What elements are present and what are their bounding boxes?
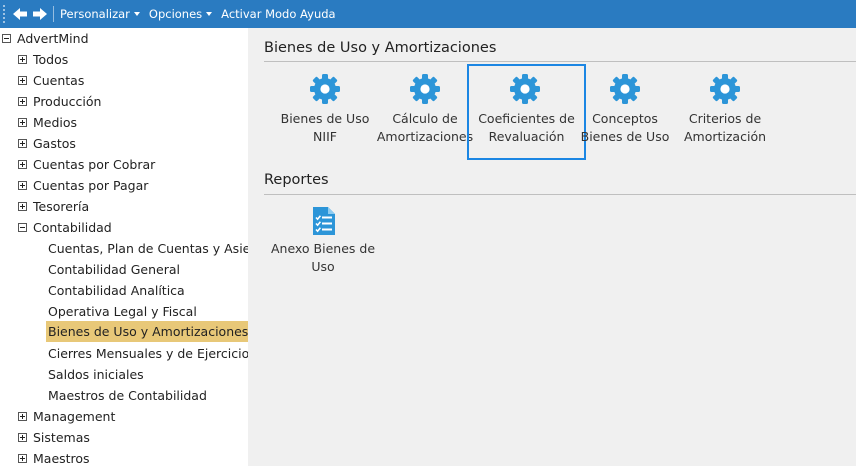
tree-subitem-label: Contabilidad General [48, 262, 180, 277]
tile-label-line1: Criterios de [688, 111, 762, 126]
tree-subitem-label: Cuentas, Plan de Cuentas y Asientos [48, 241, 248, 256]
tree-item-produccion[interactable]: Producción [18, 91, 101, 112]
expand-icon[interactable] [18, 76, 27, 85]
tree-item-medios[interactable]: Medios [18, 112, 77, 133]
expand-icon[interactable] [18, 118, 27, 127]
tree-subitem-contabilidad-general[interactable]: Contabilidad General [48, 259, 180, 280]
gear-icon [409, 73, 441, 105]
reports-title: Reportes [264, 172, 329, 188]
tree-item-label: Maestros [33, 451, 90, 466]
expand-icon[interactable] [18, 412, 27, 421]
tile-label: Criterios de Amortización [666, 110, 784, 146]
top-toolbar: Personalizar Opciones Activar Modo Ayuda [0, 0, 856, 28]
tree-item-management[interactable]: Management [18, 406, 115, 427]
tree-item-label: Cuentas por Pagar [33, 178, 149, 193]
expand-icon[interactable] [18, 97, 27, 106]
caret-down-icon [133, 12, 140, 16]
tree-root-label: AdvertMind [17, 31, 89, 46]
gear-icon [709, 73, 741, 105]
tree-item-label: Management [33, 409, 116, 424]
expand-icon[interactable] [18, 160, 27, 169]
tree-subitem-maestros-contabilidad[interactable]: Maestros de Contabilidad [48, 385, 207, 406]
menu-opciones-label: Opciones [148, 7, 203, 21]
tile-label-line2: Amortización [683, 129, 767, 144]
tree-item-contabilidad[interactable]: Contabilidad [18, 217, 112, 238]
section-title: Bienes de Uso y Amortizaciones [264, 40, 497, 56]
tree-item-cuentas-por-cobrar[interactable]: Cuentas por Cobrar [18, 154, 155, 175]
arrow-left-icon [13, 8, 27, 20]
tree-item-label: Producción [33, 94, 102, 109]
menu-personalizar[interactable]: Personalizar [60, 7, 140, 21]
tree-subitem-saldos-iniciales[interactable]: Saldos iniciales [48, 364, 144, 385]
tree-subitem-cuentas-plan[interactable]: Cuentas, Plan de Cuentas y Asientos [48, 238, 248, 259]
menu-personalizar-label: Personalizar [60, 7, 130, 21]
navigation-tree: AdvertMind Todos Cuentas Producción Medi… [0, 28, 248, 466]
tree-subitem-label: Bienes de Uso y Amortizaciones [48, 324, 248, 339]
back-button[interactable] [11, 4, 29, 24]
expand-icon[interactable] [18, 433, 27, 442]
tree-subitem-contabilidad-analitica[interactable]: Contabilidad Analítica [48, 280, 185, 301]
gear-icon [509, 73, 541, 105]
expand-icon[interactable] [18, 55, 27, 64]
tree-item-maestros[interactable]: Maestros [18, 448, 90, 466]
menu-activar-modo-ayuda-label: Activar Modo Ayuda [221, 7, 336, 21]
caret-down-icon [206, 12, 213, 16]
report-document-icon [313, 207, 335, 235]
tree-item-sistemas[interactable]: Sistemas [18, 427, 90, 448]
menu-opciones[interactable]: Opciones [148, 7, 213, 21]
tree-root[interactable]: AdvertMind [2, 28, 89, 49]
collapse-icon[interactable] [2, 34, 11, 43]
main-panel: Bienes de Uso y Amortizaciones Bienes de… [248, 28, 856, 466]
report-label-line1: Anexo Bienes de [270, 241, 376, 256]
report-label: Anexo Bienes de Uso [264, 240, 382, 276]
expand-icon[interactable] [18, 181, 27, 190]
forward-button[interactable] [31, 4, 49, 24]
gear-icon [309, 73, 341, 105]
tree-item-cuentas-por-pagar[interactable]: Cuentas por Pagar [18, 175, 148, 196]
arrow-right-icon [33, 8, 47, 20]
report-label-line2: Uso [311, 259, 335, 274]
tree-item-gastos[interactable]: Gastos [18, 133, 76, 154]
tree-subitem-label: Maestros de Contabilidad [48, 388, 207, 403]
reports-divider [264, 194, 856, 195]
gear-icon [609, 73, 641, 105]
tree-item-label: Contabilidad [33, 220, 112, 235]
toolbar-grip [3, 5, 9, 23]
tile-criterios-de-amortizacion[interactable]: Criterios de Amortización [666, 66, 784, 158]
tree-item-label: Cuentas por Cobrar [33, 157, 156, 172]
menu-activar-modo-ayuda[interactable]: Activar Modo Ayuda [221, 7, 335, 21]
tree-item-tesoreria[interactable]: Tesorería [18, 196, 89, 217]
tree-subitem-cierres[interactable]: Cierres Mensuales y de Ejercicio [48, 343, 248, 364]
tree-subitem-operativa-legal[interactable]: Operativa Legal y Fiscal [48, 301, 197, 322]
expand-icon[interactable] [18, 139, 27, 148]
section-divider [264, 61, 856, 62]
tree-item-label: Tesorería [33, 199, 90, 214]
expand-icon[interactable] [18, 202, 27, 211]
tree-item-cuentas[interactable]: Cuentas [18, 70, 84, 91]
tree-item-todos[interactable]: Todos [18, 49, 68, 70]
expand-icon[interactable] [18, 454, 27, 463]
collapse-icon[interactable] [18, 223, 27, 232]
tree-subitem-label: Operativa Legal y Fiscal [48, 304, 197, 319]
tree-subitem-bienes-de-uso[interactable]: Bienes de Uso y Amortizaciones [46, 321, 248, 342]
tree-subitem-label: Contabilidad Analítica [48, 283, 185, 298]
toolbar-separator [53, 6, 54, 22]
tree-subitem-label: Cierres Mensuales y de Ejercicio [48, 346, 248, 361]
tree-item-label: Todos [33, 52, 69, 67]
tree-item-label: Cuentas [33, 73, 85, 88]
tree-item-label: Sistemas [33, 430, 90, 445]
report-anexo-bienes-de-uso[interactable]: Anexo Bienes de Uso [264, 198, 382, 290]
tree-item-label: Gastos [33, 136, 76, 151]
tree-item-label: Medios [33, 115, 78, 130]
tree-subitem-label: Saldos iniciales [48, 367, 144, 382]
